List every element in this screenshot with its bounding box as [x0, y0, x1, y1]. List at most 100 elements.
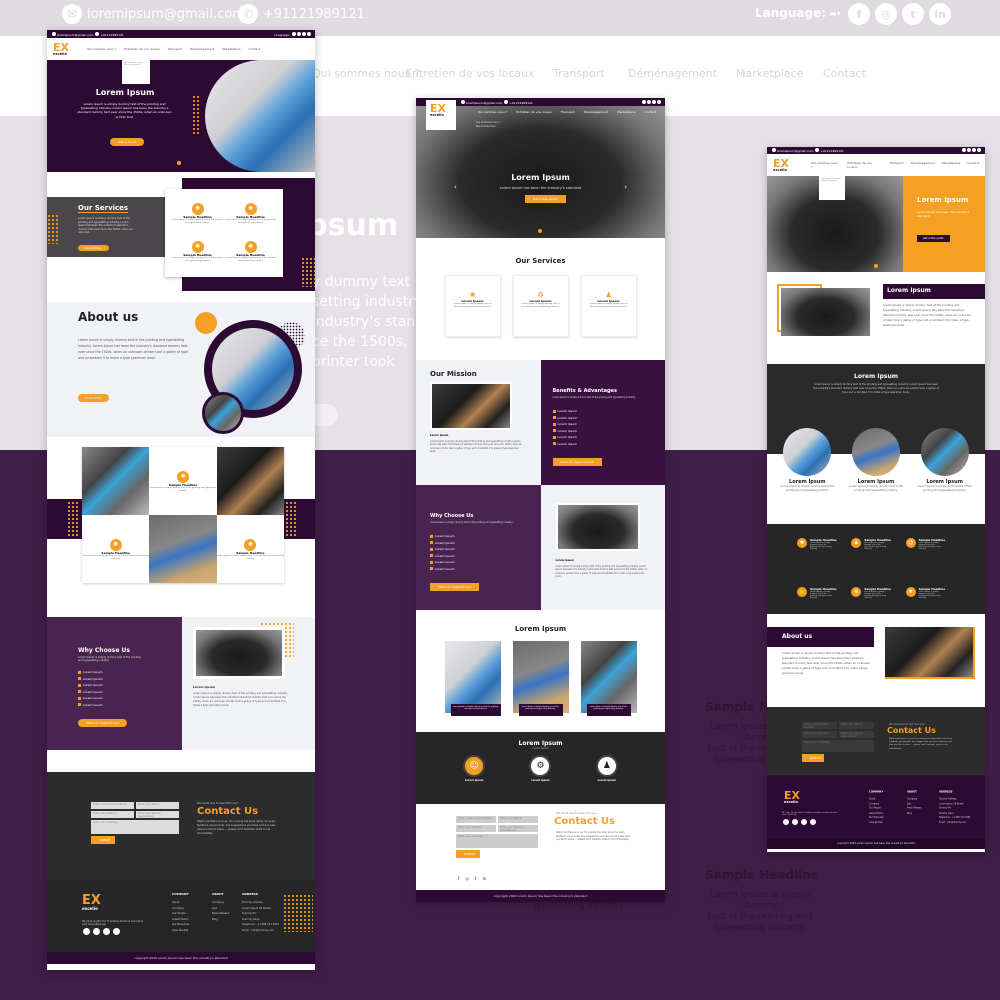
- email-field[interactable]: Enter a valid email address: [456, 816, 496, 823]
- twitter-icon[interactable]: [972, 148, 976, 152]
- footer-logo[interactable]: EX excelio: [784, 790, 800, 805]
- facebook-icon[interactable]: f: [848, 3, 870, 25]
- slider-dot-active[interactable]: [538, 229, 542, 233]
- nav-item[interactable]: Déménagement: [190, 47, 214, 51]
- grid-card[interactable]: ✺ Sample Headline Lorem Ipsum is simply du…: [216, 515, 284, 583]
- nav-item[interactable]: Marketplace: [617, 110, 635, 114]
- email-field[interactable]: Enter a valid email address: [91, 802, 134, 809]
- message-field[interactable]: Enter your message: [91, 820, 179, 834]
- facebook-icon[interactable]: [292, 31, 296, 36]
- linkedin-icon[interactable]: [657, 99, 661, 104]
- grid-card[interactable]: ✺ Sample Headline Lorem Ipsum is simply du…: [149, 447, 217, 515]
- instagram-icon[interactable]: [967, 148, 971, 152]
- phone-field[interactable]: Enter your phone / appointment: [839, 731, 874, 738]
- twitter-icon[interactable]: t: [902, 3, 924, 25]
- logo[interactable]: EX excelio: [426, 100, 456, 130]
- circle-card[interactable]: Lorem Ipsum Lorem Ipsum is simply dummy t…: [777, 428, 837, 493]
- message-field[interactable]: Enter your message: [456, 834, 538, 848]
- nav-item[interactable]: Contact: [645, 110, 657, 114]
- linkedin-icon[interactable]: [977, 148, 981, 152]
- linkedin-icon[interactable]: [810, 819, 816, 825]
- facebook-icon[interactable]: [83, 928, 90, 935]
- hero-button[interactable]: Get in touch: [110, 138, 145, 146]
- address-field[interactable]: Enter your address: [802, 731, 837, 738]
- name-field[interactable]: Enter your Name: [498, 816, 538, 823]
- nav-item[interactable]: Entretien de vos locaux: [516, 110, 551, 114]
- nav-item[interactable]: Entretien de vos locaux: [124, 47, 159, 51]
- twitter-icon[interactable]: [302, 31, 306, 36]
- circle-card[interactable]: Lorem Ipsum Lorem Ipsum is simply dummy t…: [915, 428, 975, 493]
- linkedin-icon[interactable]: [113, 928, 120, 935]
- nav-item[interactable]: Qui sommes nous ?: [811, 161, 840, 169]
- linkedin-icon[interactable]: in: [929, 3, 951, 25]
- service-card[interactable]: ✺ Lorem Ipsum Lorem Ipsum is simply dummy …: [444, 275, 501, 337]
- nav-item[interactable]: Qui sommes nous ?: [478, 110, 507, 114]
- twitter-icon[interactable]: [652, 99, 656, 104]
- gallery-card[interactable]: Lorem Ipsum is simply dummy text of the …: [512, 641, 569, 716]
- nav-dropdown[interactable]: Qui sommes nous ? Nos entreprises: [819, 176, 845, 200]
- nav-dropdown[interactable]: Qui sommes nous ? Nos entreprises: [476, 121, 501, 128]
- twitter-icon[interactable]: [103, 928, 110, 935]
- instagram-icon[interactable]: [647, 99, 651, 104]
- address-field[interactable]: Enter your address: [91, 811, 134, 818]
- twitter-icon[interactable]: [801, 819, 807, 825]
- nav-item[interactable]: Déménagement: [584, 110, 608, 114]
- logo[interactable]: EX excelio: [773, 158, 789, 173]
- submit-button[interactable]: SUBMIT: [802, 754, 824, 762]
- instagram-icon[interactable]: [792, 819, 798, 825]
- nav-item[interactable]: Entretien de vos locaux: [847, 161, 882, 169]
- instagram-icon[interactable]: ◎: [465, 876, 469, 881]
- hero-button[interactable]: Get a free quote: [525, 195, 566, 203]
- footer-logo[interactable]: EX excelio: [82, 894, 101, 911]
- facebook-icon[interactable]: [962, 148, 966, 152]
- nav-item[interactable]: Déménagement: [911, 161, 935, 169]
- nav-item[interactable]: Marketplace: [942, 161, 960, 169]
- chevron-left-icon[interactable]: ‹: [454, 183, 457, 191]
- message-field[interactable]: Enter your message: [802, 740, 874, 752]
- nav-item[interactable]: Contact: [967, 161, 979, 169]
- chevron-right-icon[interactable]: ›: [624, 183, 627, 191]
- facebook-icon[interactable]: f: [458, 876, 459, 881]
- instagram-icon[interactable]: [93, 928, 100, 935]
- nav-item[interactable]: Contact: [249, 47, 261, 51]
- nav-item[interactable]: Transport: [890, 161, 904, 169]
- language-selector[interactable]: Language: ▬▾: [755, 6, 841, 20]
- phone-field[interactable]: Enter your phone / appointment: [498, 825, 538, 832]
- linkedin-icon[interactable]: [307, 31, 311, 36]
- grid-card[interactable]: ✺ Sample Headline Lorem Ipsum is simply du…: [82, 515, 150, 583]
- service-card[interactable]: ✺ Sample Headline Lorem Ipsum is simply du…: [171, 233, 224, 271]
- service-card[interactable]: ♟ Lorem Ipsum Lorem Ipsum is simply dummy …: [580, 275, 637, 337]
- nav-item[interactable]: Transport: [168, 47, 182, 51]
- twitter-icon[interactable]: t: [475, 876, 477, 881]
- slider-dot-active[interactable]: [177, 161, 181, 165]
- circle-card[interactable]: Lorem Ipsum Lorem Ipsum is simply dummy t…: [846, 428, 906, 493]
- nav-item[interactable]: Marketplace: [222, 47, 240, 51]
- gallery-card[interactable]: Lorem Ipsum is simply dummy text of the …: [444, 641, 501, 716]
- nav-item[interactable]: Transport: [561, 110, 575, 114]
- appointment-button[interactable]: Make An Appointment: [430, 583, 480, 591]
- gallery-card[interactable]: Lorem Ipsum is simply dummy text of the …: [580, 641, 637, 716]
- service-card[interactable]: ✺ Sample Headline Lorem Ipsum is simply du…: [224, 233, 277, 271]
- name-field[interactable]: Enter your Name: [136, 802, 179, 809]
- appointment-button[interactable]: Make An Appointment: [78, 719, 128, 727]
- about-button[interactable]: Know More: [78, 394, 109, 402]
- facebook-icon[interactable]: [642, 99, 646, 104]
- service-card[interactable]: ✺ Sample Headline Lorem Ipsum is simply du…: [224, 195, 277, 233]
- hero-button[interactable]: Get a free quote: [917, 235, 950, 242]
- service-card[interactable]: ✺ Sample Headline Lorem Ipsum is simply du…: [171, 195, 224, 233]
- email-field[interactable]: Enter a valid email address: [802, 722, 837, 729]
- nav-item[interactable]: Qui sommes nous ?: [87, 47, 116, 51]
- submit-button[interactable]: SUBMIT: [456, 850, 480, 858]
- submit-button[interactable]: SUBMIT: [91, 836, 115, 844]
- service-card[interactable]: ♻ Lorem Ipsum Lorem Ipsum is simply dummy …: [512, 275, 569, 337]
- topbar-phone[interactable]: ✆ +91121989121: [238, 4, 365, 24]
- instagram-icon[interactable]: ◎: [875, 3, 897, 25]
- nav-dropdown[interactable]: Qui sommes nous ? Nos entreprises: [122, 60, 150, 84]
- phone-field[interactable]: Enter your phone / appointment: [136, 811, 179, 818]
- address-field[interactable]: Enter your address: [456, 825, 496, 832]
- instagram-icon[interactable]: [297, 31, 301, 36]
- services-button[interactable]: Know More: [78, 245, 109, 251]
- name-field[interactable]: Enter your Name: [839, 722, 874, 729]
- logo[interactable]: EX excelio: [53, 42, 69, 57]
- topbar-email[interactable]: ✉ loremipsum@gmail.com: [62, 4, 245, 24]
